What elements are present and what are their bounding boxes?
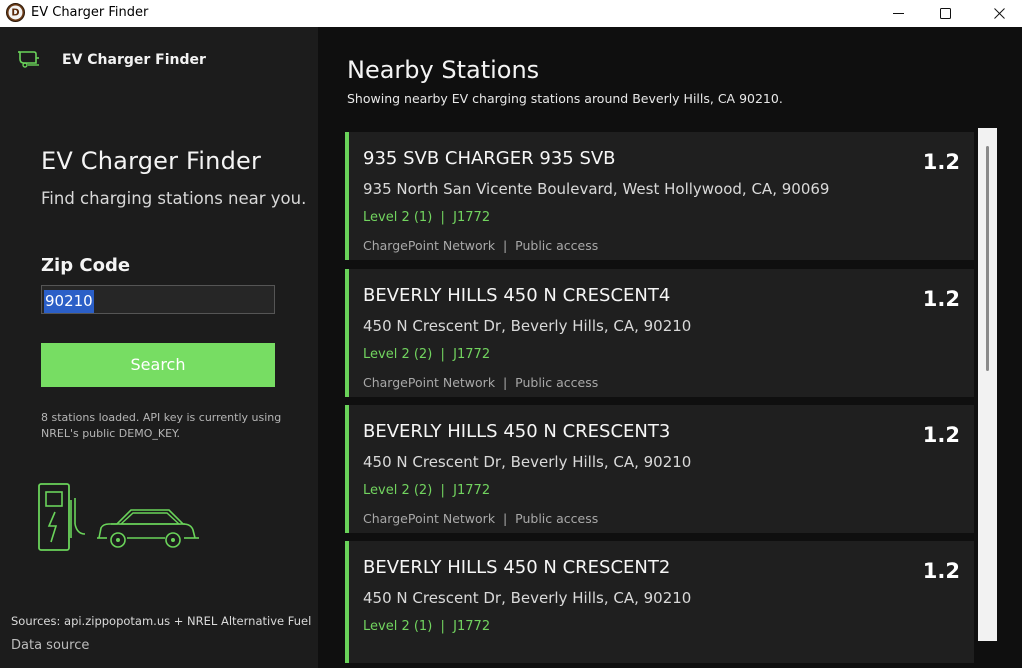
sidebar: EV Charger Finder EV Charger Finder Find… [0, 27, 318, 668]
station-card[interactable]: BEVERLY HILLS 450 N CRESCENT3 1.2 450 N … [345, 405, 974, 533]
close-icon [993, 8, 1005, 19]
station-address: 450 N Crescent Dr, Beverly Hills, CA, 90… [363, 317, 692, 335]
scrollbar-thumb[interactable] [986, 146, 989, 371]
station-card[interactable]: BEVERLY HILLS 450 N CRESCENT4 1.2 450 N … [345, 269, 974, 397]
station-card[interactable]: BEVERLY HILLS 450 N CRESCENT2 1.2 450 N … [345, 541, 974, 663]
page-subtitle: Showing nearby EV charging stations arou… [347, 91, 783, 106]
station-name: BEVERLY HILLS 450 N CRESCENT2 [363, 557, 671, 578]
station-distance: 1.2 [922, 287, 960, 311]
brand-title: EV Charger Finder [62, 52, 206, 68]
search-button[interactable]: Search [41, 343, 275, 387]
ev-plug-icon [18, 51, 39, 68]
station-address: 450 N Crescent Dr, Beverly Hills, CA, 90… [363, 589, 692, 607]
station-card[interactable]: 935 SVB CHARGER 935 SVB 1.2 935 North Sa… [345, 132, 974, 260]
close-button[interactable] [976, 0, 1022, 27]
scrollbar[interactable] [978, 128, 997, 641]
minimize-icon [892, 13, 904, 14]
window-title: EV Charger Finder [31, 5, 149, 20]
station-name: BEVERLY HILLS 450 N CRESCENT4 [363, 285, 671, 306]
station-distance: 1.2 [922, 423, 960, 447]
sidebar-heading: EV Charger Finder [41, 147, 262, 175]
zip-code-value: 90210 [44, 290, 94, 313]
station-name: BEVERLY HILLS 450 N CRESCENT3 [363, 421, 671, 442]
station-level: Level 2 (1) | J1772 [363, 210, 491, 225]
data-source-link[interactable]: Data source [11, 638, 89, 653]
app-icon-letter: D [8, 5, 23, 20]
station-address: 450 N Crescent Dr, Beverly Hills, CA, 90… [363, 453, 692, 471]
sources-text: Sources: api.zippopotam.us + NREL Altern… [11, 614, 312, 628]
station-distance: 1.2 [922, 150, 960, 174]
zip-code-input[interactable]: 90210 [41, 285, 275, 314]
minimize-button[interactable] [875, 0, 921, 27]
tagline: Find charging stations near you. [41, 189, 307, 208]
charger-and-car-illustration [38, 483, 199, 551]
station-address: 935 North San Vicente Boulevard, West Ho… [363, 180, 830, 198]
station-level: Level 2 (2) | J1772 [363, 483, 491, 498]
page-title: Nearby Stations [347, 56, 540, 84]
station-name: 935 SVB CHARGER 935 SVB [363, 148, 616, 169]
station-list[interactable]: 935 SVB CHARGER 935 SVB 1.2 935 North Sa… [345, 132, 974, 663]
station-level: Level 2 (2) | J1772 [363, 347, 491, 362]
station-level: Level 2 (1) | J1772 [363, 619, 491, 634]
maximize-icon [939, 8, 951, 19]
station-network: ChargePoint Network | Public access [363, 238, 599, 253]
station-network: ChargePoint Network | Public access [363, 511, 599, 526]
station-distance: 1.2 [922, 559, 960, 583]
station-network: ChargePoint Network | Public access [363, 375, 599, 390]
main-panel: Nearby Stations Showing nearby EV chargi… [318, 27, 1022, 668]
status-message: 8 stations loaded. API key is currently … [41, 411, 282, 440]
app-icon: D [6, 3, 25, 22]
title-bar: D EV Charger Finder [0, 0, 1024, 27]
maximize-button[interactable] [922, 0, 968, 27]
zip-code-label: Zip Code [41, 255, 131, 276]
